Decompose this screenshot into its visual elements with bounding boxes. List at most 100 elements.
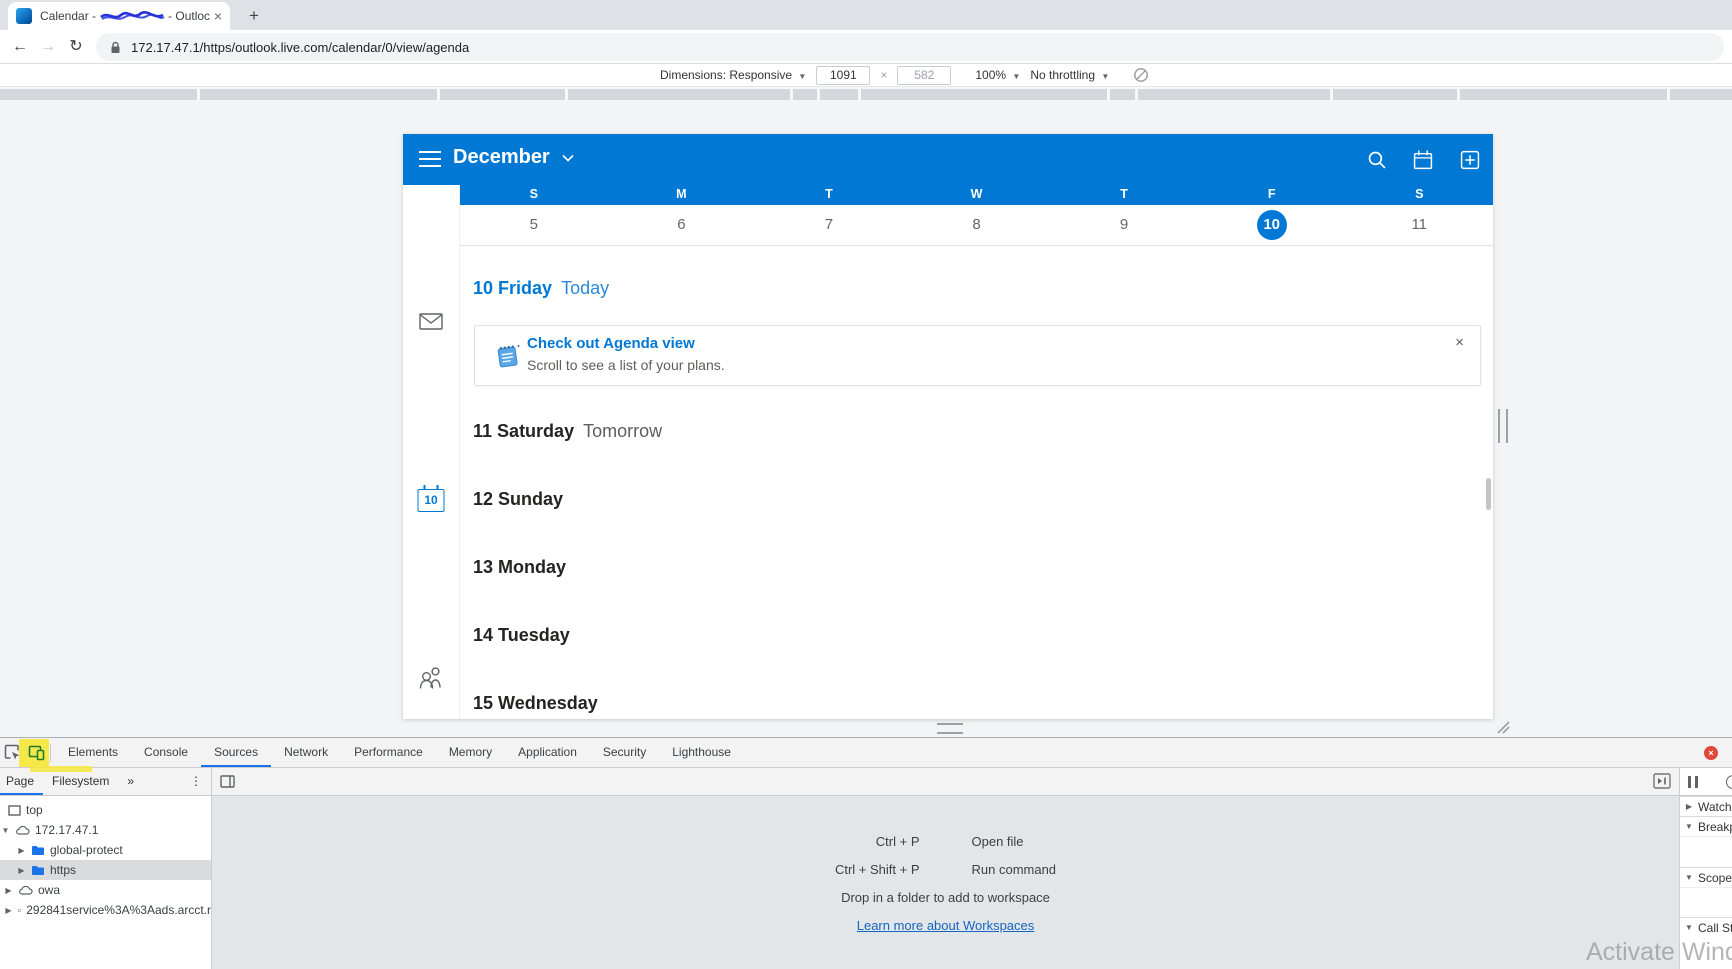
navigator-tab-page[interactable]: Page bbox=[0, 768, 44, 795]
calendar-date-icon[interactable]: 10 bbox=[417, 485, 445, 512]
date-cell[interactable]: 8 bbox=[903, 205, 1051, 245]
caret-down-icon: ▼ bbox=[1685, 923, 1693, 932]
caret-right-icon[interactable]: ▶ bbox=[17, 846, 26, 855]
zoom-dropdown[interactable]: 100% ▼ bbox=[975, 68, 1020, 82]
people-icon[interactable] bbox=[418, 666, 444, 689]
frame-icon bbox=[18, 908, 22, 912]
tree-item-owa[interactable]: ▶ owa bbox=[0, 880, 211, 900]
inspect-element-icon[interactable] bbox=[0, 741, 24, 765]
day-letter: T bbox=[825, 187, 833, 201]
section-breakpoints[interactable]: ▼ Breakpoints bbox=[1680, 816, 1732, 836]
caret-right-icon[interactable]: ▶ bbox=[4, 886, 13, 895]
devtools-tab-sources[interactable]: Sources bbox=[201, 738, 272, 767]
navigator-tab-filesystem[interactable]: Filesystem bbox=[43, 768, 118, 795]
browser-tab[interactable]: Calendar - - Outloc × bbox=[8, 2, 230, 30]
reload-icon[interactable]: ↻ bbox=[64, 35, 88, 59]
file-tree: top ▼ 172.17.47.1 ▶ global-protect ▶ htt… bbox=[0, 796, 211, 920]
new-event-plus-icon[interactable] bbox=[1460, 150, 1480, 170]
caret-down-icon[interactable]: ▼ bbox=[1, 826, 10, 835]
viewport-height-input[interactable] bbox=[897, 65, 952, 85]
viewport-resize-handle-right[interactable] bbox=[1498, 409, 1508, 443]
workspaces-learn-more-link[interactable]: Learn more about Workspaces bbox=[857, 918, 1035, 933]
viewport-width-input[interactable] bbox=[816, 65, 871, 85]
address-bar[interactable]: 172.17.47.1/https/outlook.live.com/calen… bbox=[96, 33, 1724, 61]
folder-icon bbox=[32, 865, 44, 875]
agenda-today-heading: 10 Friday Today bbox=[473, 278, 609, 299]
error-count-badge[interactable]: × bbox=[1704, 746, 1718, 760]
banner-close-icon[interactable]: × bbox=[1455, 334, 1464, 351]
lock-icon bbox=[111, 41, 120, 53]
agenda-row: 14 Tuesday bbox=[473, 625, 570, 645]
section-scope[interactable]: ▼ Scope bbox=[1680, 867, 1732, 887]
date-cell[interactable]: 5 bbox=[460, 205, 608, 245]
back-icon[interactable]: ← bbox=[8, 35, 32, 59]
devtools-tab-elements[interactable]: Elements bbox=[55, 738, 131, 767]
folder-icon bbox=[32, 845, 44, 855]
browser-tab-strip: Calendar - - Outloc × + bbox=[0, 0, 1732, 30]
tab-close-icon[interactable]: × bbox=[214, 9, 222, 23]
calendar-view-icon[interactable] bbox=[1413, 150, 1433, 170]
forward-icon[interactable]: → bbox=[36, 35, 60, 59]
devtools-tab-application[interactable]: Application bbox=[505, 738, 590, 767]
month-label: December bbox=[453, 146, 550, 168]
date-cell[interactable]: 9 bbox=[1050, 205, 1198, 245]
agenda-row: 11 Saturday Tomorrow bbox=[473, 421, 663, 441]
frame-icon bbox=[8, 804, 21, 816]
date-cell[interactable]: 7 bbox=[755, 205, 903, 245]
new-tab-button[interactable]: + bbox=[242, 4, 266, 28]
more-options-icon[interactable]: ⋮ bbox=[181, 768, 211, 795]
device-toolbar-toggle-icon[interactable] bbox=[24, 741, 48, 765]
expand-panel-icon[interactable] bbox=[1653, 773, 1671, 789]
sources-editor-pane: Ctrl + P Open file Ctrl + Shift + P Run … bbox=[212, 768, 1679, 969]
pause-script-icon[interactable] bbox=[1688, 775, 1698, 788]
month-selector[interactable]: December bbox=[453, 146, 574, 169]
caret-down-icon: ▼ bbox=[1685, 822, 1693, 831]
caret-right-icon[interactable]: ▶ bbox=[4, 906, 13, 915]
deactivate-breakpoints-icon[interactable] bbox=[1726, 775, 1732, 789]
section-call-stack[interactable]: ▼ Call Stack bbox=[1680, 917, 1732, 937]
overflow-tabs-icon[interactable]: » bbox=[118, 768, 143, 795]
agenda-row: 12 Sunday bbox=[473, 489, 564, 509]
tree-item-global-protect[interactable]: ▶ global-protect bbox=[0, 840, 211, 860]
notepad-icon bbox=[497, 345, 520, 368]
navigator-toggle-icon[interactable] bbox=[220, 775, 235, 788]
viewport-resize-handle-corner[interactable] bbox=[1494, 720, 1510, 734]
tree-item-top[interactable]: top bbox=[0, 800, 211, 820]
agenda-row: 13 Monday bbox=[473, 557, 567, 577]
rotate-icon[interactable] bbox=[1133, 67, 1149, 83]
devtools-tab-lighthouse[interactable]: Lighthouse bbox=[659, 738, 744, 767]
viewport-resize-handle-bottom[interactable] bbox=[937, 723, 963, 734]
drop-hint: Drop in a folder to add to workspace bbox=[841, 890, 1050, 905]
devtools-tab-bar: Elements Console Sources Network Perform… bbox=[0, 738, 1732, 768]
agenda-promo-banner: Check out Agenda view Scroll to see a li… bbox=[474, 325, 1481, 386]
dimensions-separator: × bbox=[880, 68, 888, 82]
devtools-tab-network[interactable]: Network bbox=[271, 738, 341, 767]
browser-navbar: ← → ↻ 172.17.47.1/https/outlook.live.com… bbox=[0, 30, 1732, 64]
devtools-tab-performance[interactable]: Performance bbox=[341, 738, 436, 767]
responsive-viewport: December S M T W T F S 5 6 7 8 9 10 11 1… bbox=[0, 101, 1732, 737]
tab-title-prefix: Calendar - bbox=[40, 9, 97, 23]
date-cell[interactable]: 6 bbox=[608, 205, 756, 245]
caret-right-icon[interactable]: ▶ bbox=[17, 866, 26, 875]
calendar-header: December bbox=[403, 134, 1493, 185]
tree-item-host[interactable]: ▼ 172.17.47.1 bbox=[0, 820, 211, 840]
screen: { "browser": { "tab_title_prefix": "Cale… bbox=[0, 0, 1732, 969]
devtools-tab-security[interactable]: Security bbox=[590, 738, 659, 767]
devtools-tab-memory[interactable]: Memory bbox=[436, 738, 505, 767]
search-icon[interactable] bbox=[1367, 150, 1387, 170]
banner-title-link[interactable]: Check out Agenda view bbox=[527, 335, 695, 352]
section-watch[interactable]: ▶ Watch bbox=[1680, 796, 1732, 816]
zoom-value: 100% bbox=[975, 68, 1007, 82]
dimensions-dropdown[interactable]: Dimensions: Responsive ▼ bbox=[660, 68, 806, 82]
devtools-tab-console[interactable]: Console bbox=[131, 738, 201, 767]
date-cell-selected[interactable]: 10 bbox=[1198, 205, 1346, 245]
tree-item-https[interactable]: ▶ https bbox=[0, 860, 211, 880]
page-scrollbar-thumb[interactable] bbox=[1486, 478, 1491, 510]
dimensions-label: Dimensions: Responsive bbox=[660, 68, 793, 82]
navigator-header: Page Filesystem » ⋮ bbox=[0, 768, 211, 796]
throttling-dropdown[interactable]: No throttling ▼ bbox=[1030, 68, 1109, 82]
hamburger-menu-icon[interactable] bbox=[419, 151, 441, 167]
tree-item-service[interactable]: ▶ 292841service%3A%3Aads.arcct.r bbox=[0, 900, 211, 920]
mail-icon[interactable] bbox=[419, 313, 443, 330]
date-cell[interactable]: 11 bbox=[1345, 205, 1493, 245]
